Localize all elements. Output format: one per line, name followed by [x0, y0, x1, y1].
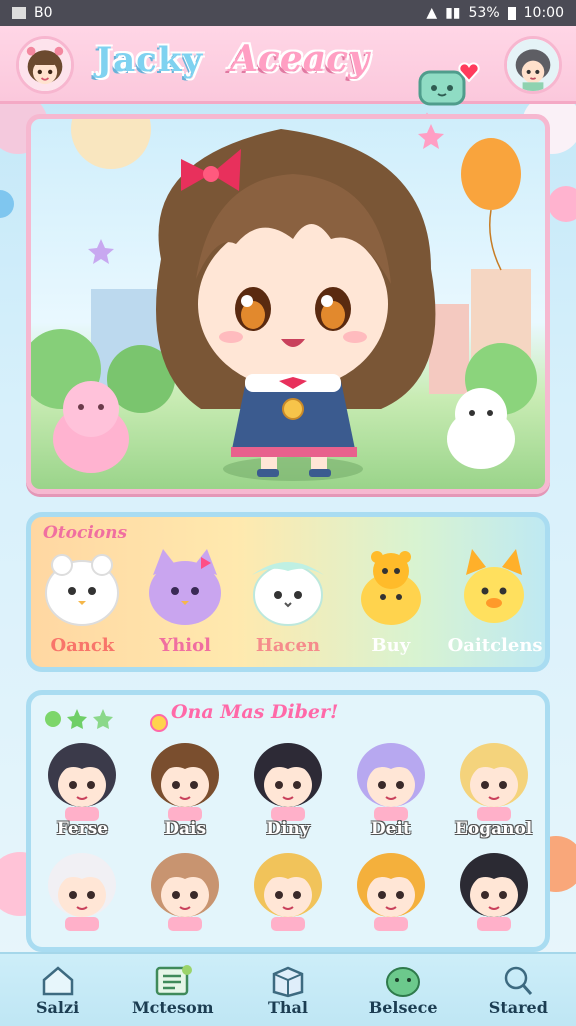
pets-section-title: Otocions — [43, 523, 128, 543]
friend-card[interactable]: Deit — [339, 735, 442, 839]
friends-section-title: Ona Mas Diber! — [171, 701, 339, 723]
bottom-navigation: Salzi Mctesom Thal Belsece Stared — [0, 952, 576, 1026]
box-icon — [272, 966, 304, 997]
notification-icon — [12, 7, 26, 19]
pet-label: Buy — [371, 635, 411, 656]
friend-card[interactable] — [442, 845, 545, 931]
friend-avatar-icon — [253, 743, 322, 821]
friend-avatar-icon — [356, 743, 425, 821]
friend-label: Eoganol — [454, 819, 533, 839]
clock: 10:00 — [523, 5, 564, 21]
pets-list: Oanck Yhiol Hacen Buy Oaitclens — [31, 545, 545, 656]
friend-avatar-icon — [48, 743, 117, 821]
pet-label: Oanck — [50, 635, 115, 656]
profile-avatar[interactable] — [16, 36, 74, 94]
list-icon — [155, 964, 192, 995]
battery-text: 53% — [468, 5, 500, 21]
purple-cat-icon — [149, 549, 222, 625]
friend-card[interactable]: Eoganol — [442, 735, 545, 839]
star-icons — [45, 709, 113, 729]
white-bunny-icon — [45, 554, 120, 626]
friend-card[interactable]: Ferse — [31, 735, 134, 839]
hero-scene-illustration — [31, 119, 537, 481]
friend-card[interactable]: Diny — [237, 735, 340, 839]
wifi-icon: ▲ — [426, 5, 438, 21]
pets-section: Otocions Oanck Yhiol Hacen Buy Oaitclens — [26, 512, 550, 672]
nav-item-box[interactable]: Thal — [238, 964, 338, 1017]
pet-label: Yhiol — [159, 635, 211, 656]
app-title-primary: Jacky — [96, 40, 204, 80]
friend-avatar[interactable] — [504, 36, 562, 94]
home-icon — [42, 965, 73, 995]
friend-card[interactable] — [31, 845, 134, 931]
friend-avatar-icon — [253, 853, 322, 931]
hero-character-panel — [26, 114, 550, 494]
nav-label: Belsece — [368, 997, 438, 1017]
friend-card[interactable] — [134, 845, 237, 931]
status-left-text: B0 — [34, 5, 53, 21]
pet-card[interactable]: Hacen — [242, 545, 334, 656]
status-bar: B0 ▲ ▮▮ 53% 10:00 — [0, 0, 576, 26]
nav-item-list[interactable]: Mctesom — [123, 964, 223, 1017]
pet-label: Hacen — [255, 635, 321, 656]
pet-card[interactable]: Yhiol — [139, 545, 231, 656]
friend-avatar-icon — [459, 743, 528, 821]
signal-icon: ▮▮ — [445, 5, 461, 21]
battery-icon — [507, 6, 516, 20]
friend-label: Dais — [164, 819, 207, 839]
nav-label: Thal — [267, 997, 308, 1017]
friends-section: Ona Mas Diber! Ferse Dais Diny Deit Eoganol — [26, 690, 550, 952]
app-header: Jacky Aceacy — [0, 26, 576, 106]
friend-card[interactable] — [237, 845, 340, 931]
nav-label: Stared — [488, 997, 548, 1017]
pet-icon — [386, 966, 421, 997]
friend-label: Deit — [370, 819, 411, 839]
friend-avatar-icon — [48, 853, 117, 931]
friend-card[interactable] — [339, 845, 442, 931]
pet-card[interactable]: Oanck — [36, 545, 128, 656]
friend-label: Ferse — [56, 819, 109, 839]
nav-item-search[interactable]: Stared — [468, 964, 568, 1017]
friend-avatar-icon — [151, 853, 220, 931]
notification-heart-icon[interactable] — [458, 62, 480, 82]
title-badge-icon — [150, 714, 168, 732]
mint-kitty-icon — [251, 562, 324, 626]
friend-avatar-icon — [356, 853, 425, 931]
friend-card[interactable]: Dais — [134, 735, 237, 839]
pet-card[interactable]: Oaitclens — [447, 545, 543, 656]
pet-label: Oaitclens — [447, 635, 543, 656]
friend-label: Diny — [266, 819, 310, 839]
search-icon — [505, 966, 533, 995]
friends-grid: Ferse Dais Diny Deit Eoganol — [31, 735, 545, 931]
app-title-secondary: Aceacy — [230, 38, 369, 80]
friend-avatar-icon — [151, 743, 220, 821]
pet-card[interactable]: Buy — [345, 545, 437, 656]
yellow-fox-icon — [463, 549, 524, 623]
nav-label: Salzi — [36, 997, 80, 1017]
friend-avatar-icon — [459, 853, 528, 931]
yellow-bear-icon — [360, 551, 421, 625]
nav-item-home[interactable]: Salzi — [8, 964, 108, 1017]
nav-item-pet[interactable]: Belsece — [353, 964, 453, 1017]
nav-label: Mctesom — [131, 997, 214, 1017]
